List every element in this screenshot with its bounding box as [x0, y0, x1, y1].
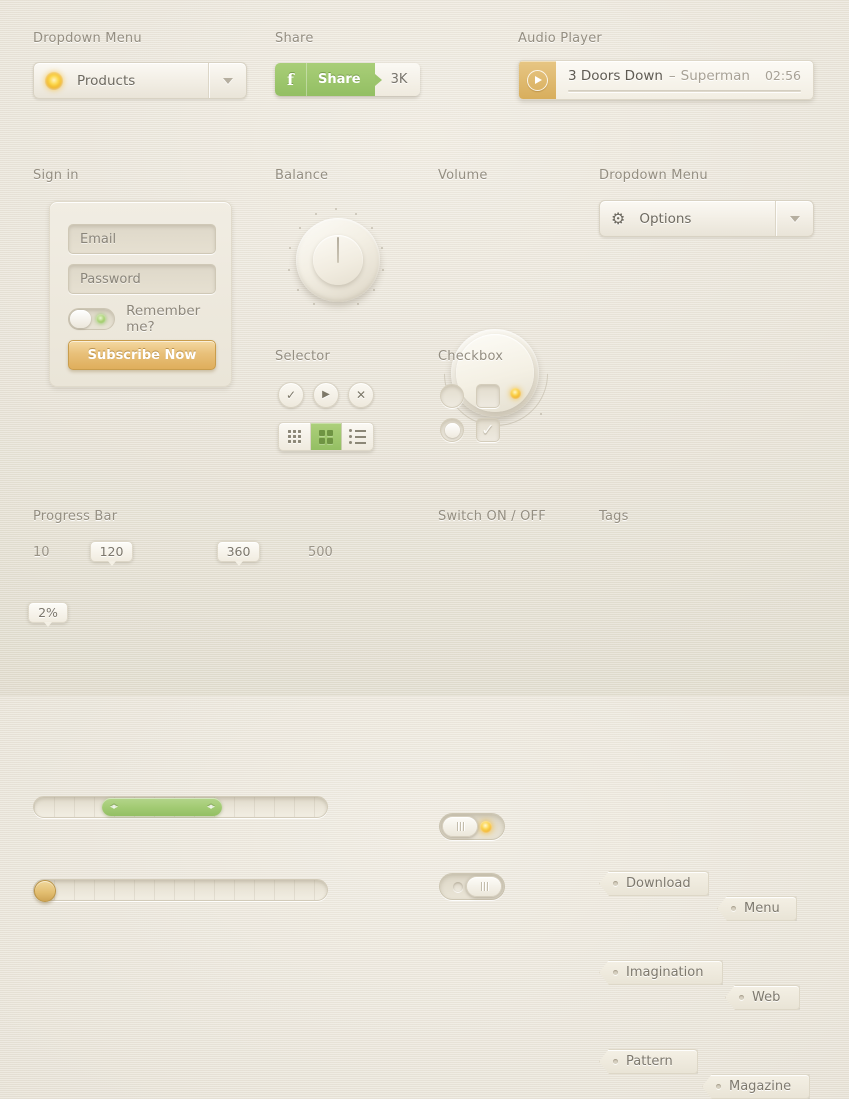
toggle-knob — [70, 310, 91, 328]
audio-time: 02:56 — [764, 68, 801, 83]
audio-player: 3 Doors Down – Superman 02:56 — [518, 60, 814, 100]
share-button[interactable]: f Share 3K — [275, 63, 421, 96]
range-handle-right[interactable]: ◂▸ — [207, 802, 215, 812]
tag-magazine[interactable]: Magazine — [702, 1074, 810, 1099]
section-label-volume: Volume — [438, 168, 488, 183]
section-label-dropdown-menu-1: Dropdown Menu — [33, 31, 142, 46]
section-label-sign-in: Sign in — [33, 168, 79, 183]
section-label-selector: Selector — [275, 349, 331, 364]
tag-hole-icon — [613, 970, 618, 975]
play-button[interactable] — [519, 61, 556, 99]
tag-hole-icon — [739, 995, 744, 1000]
tag-label: Web — [752, 990, 781, 1005]
dropdown-products-value: Products — [77, 72, 136, 89]
subscribe-button[interactable]: Subscribe Now — [68, 340, 216, 370]
selector-close-button[interactable]: ✕ — [348, 382, 374, 408]
sign-in-card: Email Password Remember me? Subscribe No… — [49, 201, 232, 387]
switch-off-knob[interactable] — [466, 876, 502, 897]
toggle-led-icon — [96, 314, 107, 324]
range-slider-fill[interactable]: ◂▸ ◂▸ — [102, 798, 222, 816]
selector-round-buttons: ✓ ▶ ✕ — [278, 382, 374, 408]
tag-label: Pattern — [626, 1054, 673, 1069]
progress-value-bubble: 2% — [28, 602, 68, 627]
range-max-label: 500 — [308, 545, 333, 560]
tag-web[interactable]: Web — [725, 985, 800, 1010]
balance-knob-indicator — [337, 237, 339, 263]
radio-dot — [444, 422, 460, 438]
tag-hole-icon — [716, 1084, 721, 1089]
switch-on-knob[interactable] — [442, 816, 478, 837]
switch-on[interactable] — [439, 813, 505, 840]
facebook-icon: f — [275, 63, 307, 96]
progress-slider-handle[interactable] — [34, 880, 56, 902]
switch-lamp-on-icon — [480, 820, 492, 833]
remember-me-label: Remember me? — [126, 303, 201, 335]
password-field[interactable]: Password — [68, 264, 216, 294]
tag-label: Download — [626, 876, 691, 891]
balance-knob[interactable] — [283, 205, 393, 320]
tag-hole-icon — [613, 881, 618, 886]
tag-menu[interactable]: Menu — [717, 896, 797, 921]
range-end-bubble: 360 — [217, 541, 260, 566]
selector-play-button[interactable]: ▶ — [313, 382, 339, 408]
radio-unchecked[interactable] — [440, 384, 464, 408]
active-pointer — [320, 450, 332, 451]
range-start-bubble: 120 — [90, 541, 133, 566]
section-label-share: Share — [275, 31, 314, 46]
checkbox-checked[interactable]: ✓ — [476, 418, 500, 442]
grid-large-icon — [319, 429, 333, 444]
audio-title: Superman — [680, 68, 750, 84]
selector-check-button[interactable]: ✓ — [278, 382, 304, 408]
dropdown-options[interactable]: ⚙ Options — [599, 200, 814, 237]
section-label-dropdown-menu-2: Dropdown Menu — [599, 168, 708, 183]
share-label[interactable]: Share — [307, 63, 382, 96]
audio-meta: 3 Doors Down – Superman 02:56 — [556, 61, 813, 99]
view-grid-large-button[interactable] — [310, 423, 343, 451]
view-switcher — [278, 422, 374, 451]
audio-progress-track[interactable] — [568, 90, 801, 92]
audio-separator: – — [668, 68, 676, 84]
play-icon — [527, 69, 548, 91]
radio-checked[interactable] — [440, 418, 464, 442]
audio-artist: 3 Doors Down — [568, 68, 663, 84]
section-label-progress-bar: Progress Bar — [33, 509, 118, 524]
tag-hole-icon — [731, 906, 736, 911]
section-label-checkbox: Checkbox — [438, 349, 504, 364]
section-label-audio-player: Audio Player — [518, 31, 602, 46]
remember-me-toggle[interactable] — [68, 308, 116, 330]
switch-off[interactable] — [439, 873, 505, 900]
ui-kit-canvas: Dropdown Menu Products Share f Share 3K … — [0, 0, 849, 1099]
checkbox-unchecked[interactable] — [476, 384, 500, 408]
tag-label: Magazine — [729, 1079, 792, 1094]
dropdown-options-value: Options — [639, 210, 692, 227]
range-handle-left[interactable]: ◂▸ — [110, 802, 118, 812]
grid-small-icon — [287, 430, 301, 443]
remember-me-row: Remember me? — [68, 303, 231, 335]
section-label-tags: Tags — [599, 509, 629, 524]
tag-label: Menu — [744, 901, 780, 916]
view-list-button[interactable] — [342, 423, 373, 450]
orb-icon — [45, 71, 63, 90]
switch-lamp-off-icon — [453, 881, 463, 892]
chevron-down-icon[interactable] — [775, 201, 813, 236]
dropdown-products[interactable]: Products — [33, 62, 247, 99]
section-label-balance: Balance — [275, 168, 329, 183]
view-grid-small-button[interactable] — [279, 423, 311, 450]
gear-icon: ⚙ — [611, 208, 626, 228]
email-field[interactable]: Email — [68, 224, 216, 254]
tag-pattern[interactable]: Pattern — [599, 1049, 698, 1074]
range-slider[interactable]: ◂▸ ◂▸ — [33, 796, 328, 818]
range-min-label: 10 — [33, 545, 50, 560]
checkbox-group: ✓ — [440, 384, 512, 452]
progress-slider[interactable] — [33, 879, 328, 902]
section-label-switch: Switch ON / OFF — [438, 509, 546, 524]
chevron-down-icon[interactable] — [208, 63, 246, 98]
tag-label: Imagination — [626, 965, 704, 980]
tag-download[interactable]: Download — [599, 871, 709, 896]
tag-imagination[interactable]: Imagination — [599, 960, 723, 985]
list-icon — [349, 429, 367, 444]
tag-hole-icon — [613, 1059, 618, 1064]
